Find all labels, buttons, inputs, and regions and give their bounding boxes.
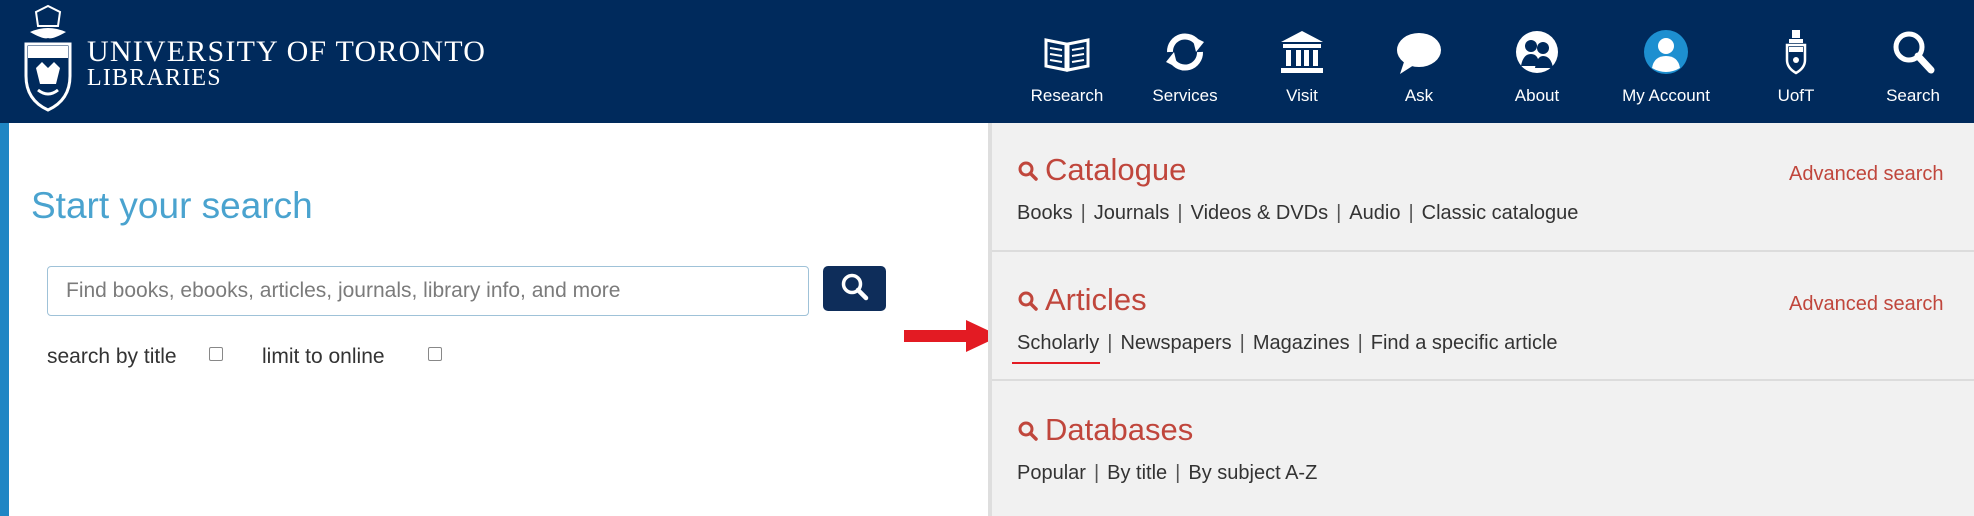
articles-links: Scholarly | Newspapers | Magazines | Find a sp…: [1017, 332, 1558, 355]
catalogue-link-audio[interactable]: Audio: [1349, 202, 1400, 224]
catalogue-title: Catalogue: [1045, 152, 1187, 187]
section-divider: [992, 379, 1974, 381]
nav-services[interactable]: Services: [1130, 28, 1240, 108]
search-icon: [841, 273, 868, 301]
databases-heading[interactable]: Databases: [1017, 412, 1193, 448]
limit-to-online-label: limit to online: [262, 345, 385, 368]
catalogue-link-books[interactable]: Books: [1017, 202, 1073, 224]
nav-search[interactable]: Search: [1858, 28, 1968, 108]
nav-visit[interactable]: Visit: [1247, 28, 1357, 108]
nav-ask[interactable]: Ask: [1364, 28, 1474, 108]
chat-bubble-icon: [1397, 33, 1441, 74]
catalogue-advanced-search-link[interactable]: Advanced search: [1789, 163, 1944, 186]
separator: |: [1408, 202, 1414, 224]
nav-uoft[interactable]: UofT: [1741, 28, 1851, 108]
site-header: UNIVERSITY OF TORONTO LIBRARIES Research…: [0, 0, 1974, 123]
nav-research-label: Research: [1030, 86, 1104, 105]
brand-line-1: UNIVERSITY OF TORONTO: [87, 35, 487, 68]
articles-advanced-search-link[interactable]: Advanced search: [1789, 293, 1944, 316]
articles-title: Articles: [1045, 282, 1147, 317]
start-search-title: Start your search: [31, 185, 313, 226]
catalogue-links: Books | Journals | Videos & DVDs | Audio | Class…: [1017, 202, 1578, 225]
search-input[interactable]: [47, 266, 809, 316]
panel-divider: [988, 123, 992, 516]
separator: |: [1357, 332, 1363, 354]
crest-icon: [1785, 30, 1807, 75]
section-divider: [992, 250, 1974, 252]
nav-research[interactable]: Research: [1012, 28, 1122, 108]
catalogue-link-videos[interactable]: Videos & DVDs: [1191, 202, 1328, 224]
databases-link-by-title[interactable]: By title: [1107, 462, 1167, 484]
nav-ask-label: Ask: [1404, 86, 1434, 105]
separator: |: [1177, 202, 1183, 224]
limit-to-online-checkbox[interactable]: [428, 347, 442, 361]
scholarly-annotation-underline: [1012, 362, 1100, 364]
catalogue-heading[interactable]: Catalogue: [1017, 152, 1186, 188]
catalogue-link-classic[interactable]: Classic catalogue: [1422, 202, 1579, 224]
databases-link-popular[interactable]: Popular: [1017, 462, 1086, 484]
separator: |: [1239, 332, 1245, 354]
separator: |: [1107, 332, 1113, 354]
search-icon: [1893, 31, 1935, 74]
search-by-title-checkbox[interactable]: [209, 347, 223, 361]
search-icon: [1018, 161, 1038, 181]
separator: |: [1336, 202, 1342, 224]
brand-line-2: LIBRARIES: [87, 65, 222, 91]
nav-search-label: Search: [1886, 86, 1940, 105]
nav-visit-label: Visit: [1286, 86, 1318, 105]
articles-link-newspapers[interactable]: Newspapers: [1120, 332, 1231, 354]
building-icon: [1281, 31, 1323, 73]
nav-my-account-label: My Account: [1622, 86, 1710, 105]
catalogue-link-journals[interactable]: Journals: [1094, 202, 1170, 224]
separator: |: [1080, 202, 1086, 224]
annotation-arrow-icon: [904, 320, 1000, 352]
crest-logo-icon[interactable]: [22, 4, 74, 114]
separator: |: [1175, 462, 1181, 484]
search-submit-button[interactable]: [823, 266, 886, 311]
articles-link-magazines[interactable]: Magazines: [1253, 332, 1350, 354]
user-icon: [1644, 30, 1688, 74]
search-icon: [1018, 421, 1038, 441]
nav-services-label: Services: [1152, 86, 1218, 105]
left-accent-strip: [0, 123, 9, 516]
nav-uoft-label: UofT: [1777, 86, 1815, 105]
people-icon: [1516, 31, 1558, 73]
refresh-icon: [1166, 33, 1204, 71]
articles-link-scholarly[interactable]: Scholarly: [1017, 332, 1099, 354]
databases-title: Databases: [1045, 412, 1194, 447]
articles-link-specific[interactable]: Find a specific article: [1371, 332, 1558, 354]
databases-link-by-subject[interactable]: By subject A-Z: [1188, 462, 1317, 484]
nav-about[interactable]: About: [1482, 28, 1592, 108]
search-by-title-label: search by title: [47, 345, 177, 368]
separator: |: [1093, 462, 1100, 484]
databases-links: Popular | By title | By subject A-Z: [1017, 462, 1317, 485]
search-panel: [9, 123, 988, 516]
articles-heading[interactable]: Articles: [1017, 282, 1147, 318]
nav-about-label: About: [1514, 86, 1560, 105]
nav-my-account[interactable]: My Account: [1611, 28, 1721, 108]
search-icon: [1018, 291, 1038, 311]
brand-wordmark[interactable]: UNIVERSITY OF TORONTO LIBRARIES: [87, 35, 487, 91]
book-icon: [1044, 38, 1090, 72]
